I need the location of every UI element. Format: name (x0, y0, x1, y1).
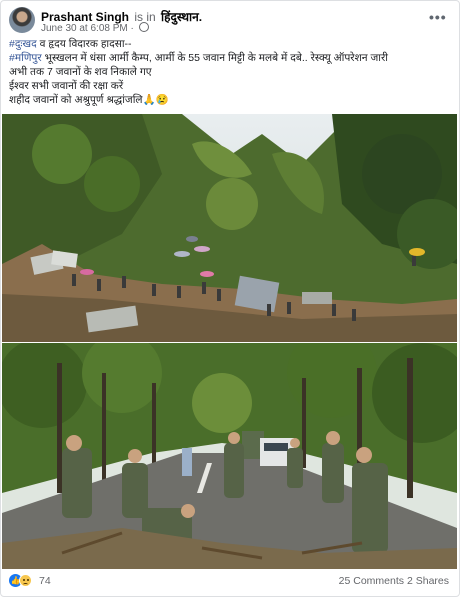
reaction-count[interactable]: 74 (39, 575, 51, 587)
more-options-icon[interactable]: ••• (429, 9, 447, 25)
hashtag-manipur[interactable]: #मणिपुर (9, 52, 42, 64)
post-photo-road-clearing[interactable] (2, 343, 457, 569)
shares-count[interactable]: 2 Shares (407, 575, 449, 587)
text-line-2-body: भूस्खलन में धंसा आर्मी कैम्प, आर्मी के 5… (41, 52, 388, 64)
text-line-4: ईश्वर सभी जवानों की रक्षा करें (9, 80, 124, 92)
text-line-1: #दुःखद व हृदय विदारक हादसा-- (9, 37, 449, 51)
post-timestamp[interactable]: June 30 at 6:08 PM (41, 23, 128, 34)
separator-dot: · (130, 23, 134, 34)
landslide-photo-illustration (2, 114, 457, 342)
globe-icon (138, 22, 149, 32)
post-footer: 👍 74 25 Comments 2 Shares (9, 573, 449, 591)
post-meta: June 30 at 6:08 PM · (41, 22, 149, 34)
location-link[interactable]: हिंदुस्थान. (161, 10, 202, 24)
text-line-5: शहीद जवानों को अश्रुपूर्ण श्रद्धांजलि🙏😢 (9, 94, 169, 106)
facebook-post-card: Prashant Singh is in हिंदुस्थान. June 30… (0, 0, 460, 597)
comments-count[interactable]: 25 Comments (339, 575, 404, 587)
text-line-3: अभी तक 7 जवानों के शव निकाले गए (9, 66, 152, 78)
hashtag-dukhad[interactable]: #दुःखद (9, 38, 37, 50)
post-photo-landslide[interactable] (2, 114, 457, 342)
author-avatar[interactable] (9, 7, 35, 33)
post-header: Prashant Singh is in हिंदुस्थान. June 30… (9, 7, 449, 34)
sad-icon[interactable] (19, 574, 32, 587)
road-clearing-photo-illustration (2, 343, 457, 569)
post-text: #दुःखद व हृदय विदारक हादसा-- #मणिपुर भूस… (9, 37, 449, 107)
text-line-1-body: व हृदय विदारक हादसा-- (36, 38, 132, 50)
text-line-2: #मणिपुर भूस्खलन में धंसा आर्मी कैम्प, आर… (9, 51, 449, 65)
